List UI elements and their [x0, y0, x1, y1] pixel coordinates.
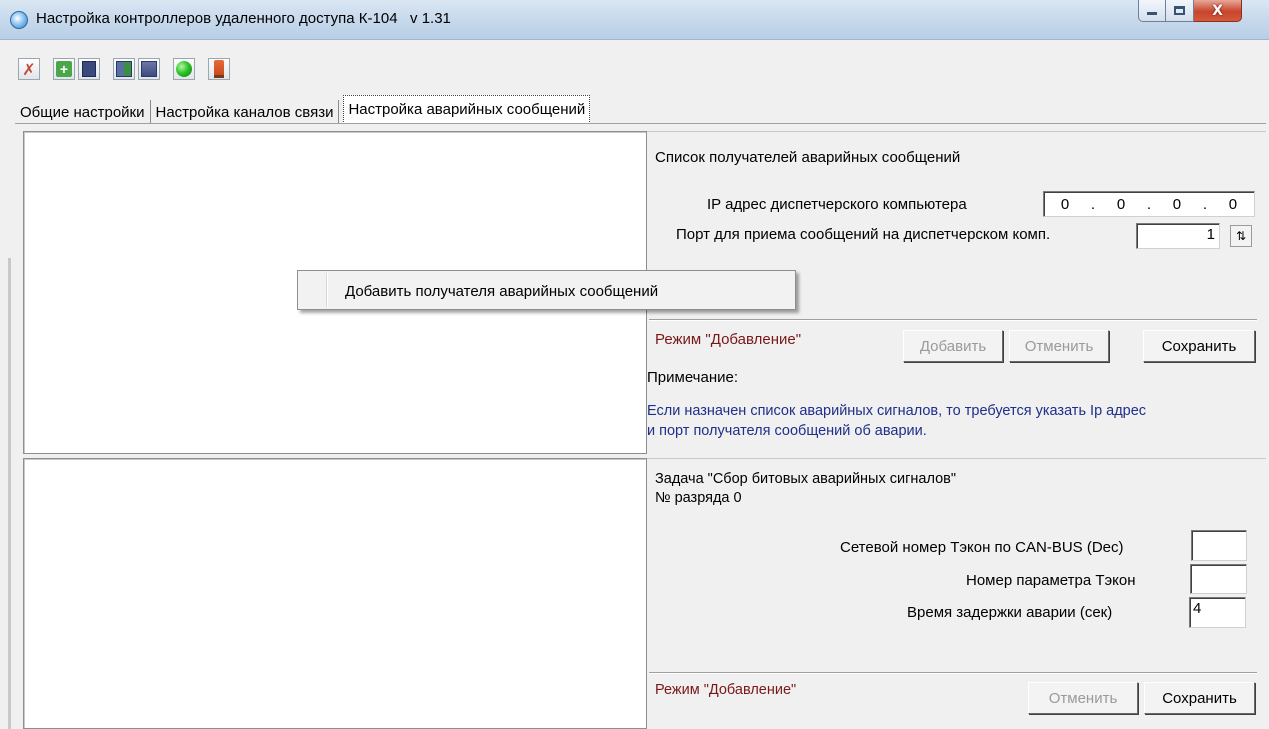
- delete-button[interactable]: ✗: [18, 58, 40, 80]
- ip-address-input[interactable]: 0 . 0 . 0 . 0: [1043, 191, 1255, 217]
- alarm-signals-list[interactable]: [23, 458, 647, 729]
- save-button[interactable]: Сохранить: [1143, 330, 1255, 362]
- note-text-line2: и порт получателя сообщений об аварии.: [647, 423, 927, 439]
- delay-input[interactable]: 4: [1189, 597, 1246, 628]
- add-recipient-menu-item[interactable]: Добавить получателя аварийных сообщений: [345, 283, 658, 300]
- stamp-icon: [214, 60, 224, 78]
- tab-alarm-messages[interactable]: Настройка аварийных сообщений: [343, 95, 591, 124]
- port-input[interactable]: 1: [1136, 223, 1220, 249]
- green-circle-icon: [176, 61, 192, 77]
- add-button[interactable]: +: [53, 58, 75, 80]
- port-label: Порт для приема сообщений на диспетчерск…: [676, 226, 1051, 243]
- note-text-line1: Если назначен список аварийных сигналов,…: [647, 403, 1147, 419]
- mode-label: Режим "Добавление": [655, 682, 797, 698]
- spinner-arrows-icon: ⇅: [1235, 229, 1247, 243]
- separator: [649, 672, 1257, 674]
- app-window: Настройка контроллеров удаленного доступ…: [0, 0, 1269, 729]
- close-icon: X: [1212, 2, 1223, 19]
- mode-label: Режим "Добавление": [655, 331, 802, 348]
- close-button[interactable]: X: [1194, 0, 1242, 22]
- param-number-input[interactable]: [1190, 564, 1247, 594]
- menu-gutter: [326, 273, 328, 307]
- separator: [649, 319, 1257, 321]
- title-bar[interactable]: Настройка контроллеров удаленного доступ…: [0, 0, 1269, 40]
- maximize-icon: [1174, 6, 1185, 15]
- delete-document-icon: ✗: [22, 59, 36, 79]
- note-label: Примечание:: [647, 369, 738, 386]
- maximize-button[interactable]: [1166, 0, 1194, 22]
- minimize-icon: [1147, 12, 1157, 15]
- document-button[interactable]: [78, 58, 100, 80]
- tree-import-button[interactable]: [113, 58, 135, 80]
- tree-export-icon: [141, 61, 157, 77]
- ip-label: IP адрес диспетчерского компьютера: [707, 196, 967, 213]
- stamp-button[interactable]: [208, 58, 230, 80]
- tab-strip: Общие настройки Настройка каналов связи …: [15, 94, 591, 124]
- tree-export-button[interactable]: [138, 58, 160, 80]
- cancel-button[interactable]: Отменить: [1028, 682, 1138, 714]
- window-controls: X: [1138, 0, 1242, 24]
- recipients-heading: Список получателей аварийных сообщений: [655, 149, 961, 166]
- cancel-button[interactable]: Отменить: [1009, 330, 1109, 362]
- add-button[interactable]: Добавить: [903, 330, 1003, 362]
- can-bus-number-label: Сетевой номер Тэкон по CAN-BUS (Dec): [840, 539, 1124, 556]
- context-menu: Добавить получателя аварийных сообщений: [297, 270, 796, 310]
- save-button[interactable]: Сохранить: [1144, 682, 1255, 714]
- port-spinner[interactable]: ⇅: [1230, 225, 1252, 247]
- task-panel: Задача "Сбор битовых аварийных сигналов"…: [647, 458, 1266, 729]
- tab-divider: [15, 123, 1266, 124]
- minimize-button[interactable]: [1138, 0, 1166, 22]
- connect-button[interactable]: [173, 58, 195, 80]
- toolbar: ✗ +: [18, 56, 233, 82]
- add-icon: +: [56, 61, 72, 77]
- window-title: Настройка контроллеров удаленного доступ…: [36, 10, 451, 27]
- tree-import-icon: [116, 61, 132, 77]
- splitter-edge[interactable]: [8, 258, 11, 729]
- bit-number-label: № разряда 0: [655, 490, 742, 506]
- delay-label: Время задержки аварии (сек): [907, 604, 1113, 621]
- tab-channels[interactable]: Настройка каналов связи: [151, 100, 340, 124]
- app-globe-icon: [10, 11, 28, 29]
- param-number-label: Номер параметра Тэкон: [966, 572, 1136, 589]
- tab-general-settings[interactable]: Общие настройки: [15, 100, 151, 124]
- document-icon: [82, 61, 96, 77]
- can-bus-number-input[interactable]: [1191, 530, 1247, 561]
- task-title: Задача "Сбор битовых аварийных сигналов": [655, 471, 956, 487]
